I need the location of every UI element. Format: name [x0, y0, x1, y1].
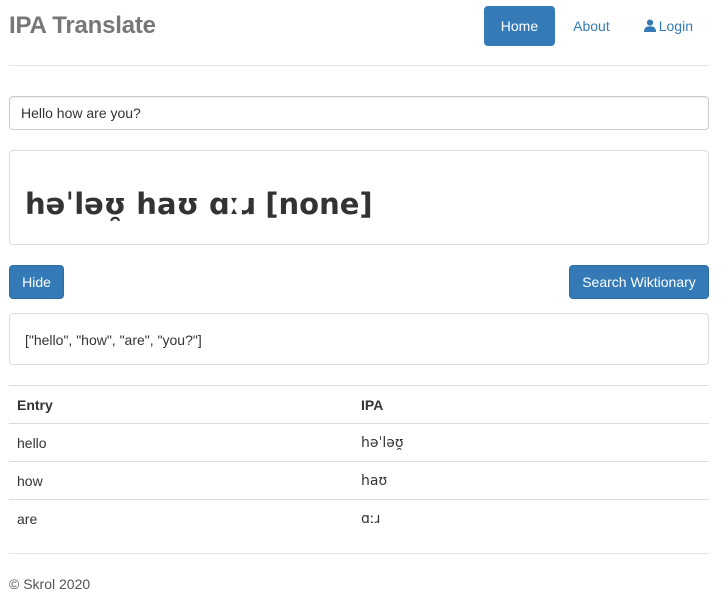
entry-cell: how: [9, 461, 353, 500]
user-icon: [643, 19, 656, 32]
ipa-result-text: həˈləʊ̯ haʊ ɑːɹ [none]: [25, 187, 373, 221]
hide-button[interactable]: Hide: [9, 265, 64, 299]
words-panel: ["hello", "how", "are", "you?"]: [9, 313, 709, 365]
tokenized-words: ["hello", "how", "are", "you?"]: [25, 332, 202, 348]
column-header-ipa: IPA: [353, 385, 709, 424]
entry-cell: hello: [9, 423, 353, 462]
nav-about[interactable]: About: [557, 6, 626, 46]
table-row: how haʊ: [9, 461, 709, 500]
nav-home[interactable]: Home: [483, 6, 556, 46]
nav-login[interactable]: Login: [628, 6, 709, 46]
entry-cell: are: [9, 499, 353, 537]
ipa-result-panel: həˈləʊ̯ haʊ ɑːɹ [none]: [9, 150, 709, 245]
ipa-table: Entry IPA hello həˈləʊ̯ how haʊ are ɑːɹ: [9, 385, 709, 537]
search-wiktionary-button[interactable]: Search Wiktionary: [569, 265, 709, 299]
ipa-cell: haʊ: [353, 461, 709, 500]
table-header-row: Entry IPA: [9, 385, 709, 424]
header-divider: [9, 65, 709, 66]
footer-divider: [9, 553, 709, 554]
top-nav: Home About Login: [483, 6, 709, 46]
footer-copyright: © Skrol 2020: [9, 576, 91, 592]
ipa-cell: ɑːɹ: [353, 499, 709, 537]
table-row: are ɑːɹ: [9, 499, 709, 537]
ipa-cell: həˈləʊ̯: [353, 423, 709, 462]
table-row: hello həˈləʊ̯: [9, 423, 709, 462]
phrase-input[interactable]: [9, 96, 709, 130]
nav-login-label: Login: [658, 18, 693, 34]
app-brand[interactable]: IPA Translate: [9, 12, 156, 40]
column-header-entry: Entry: [9, 385, 353, 424]
